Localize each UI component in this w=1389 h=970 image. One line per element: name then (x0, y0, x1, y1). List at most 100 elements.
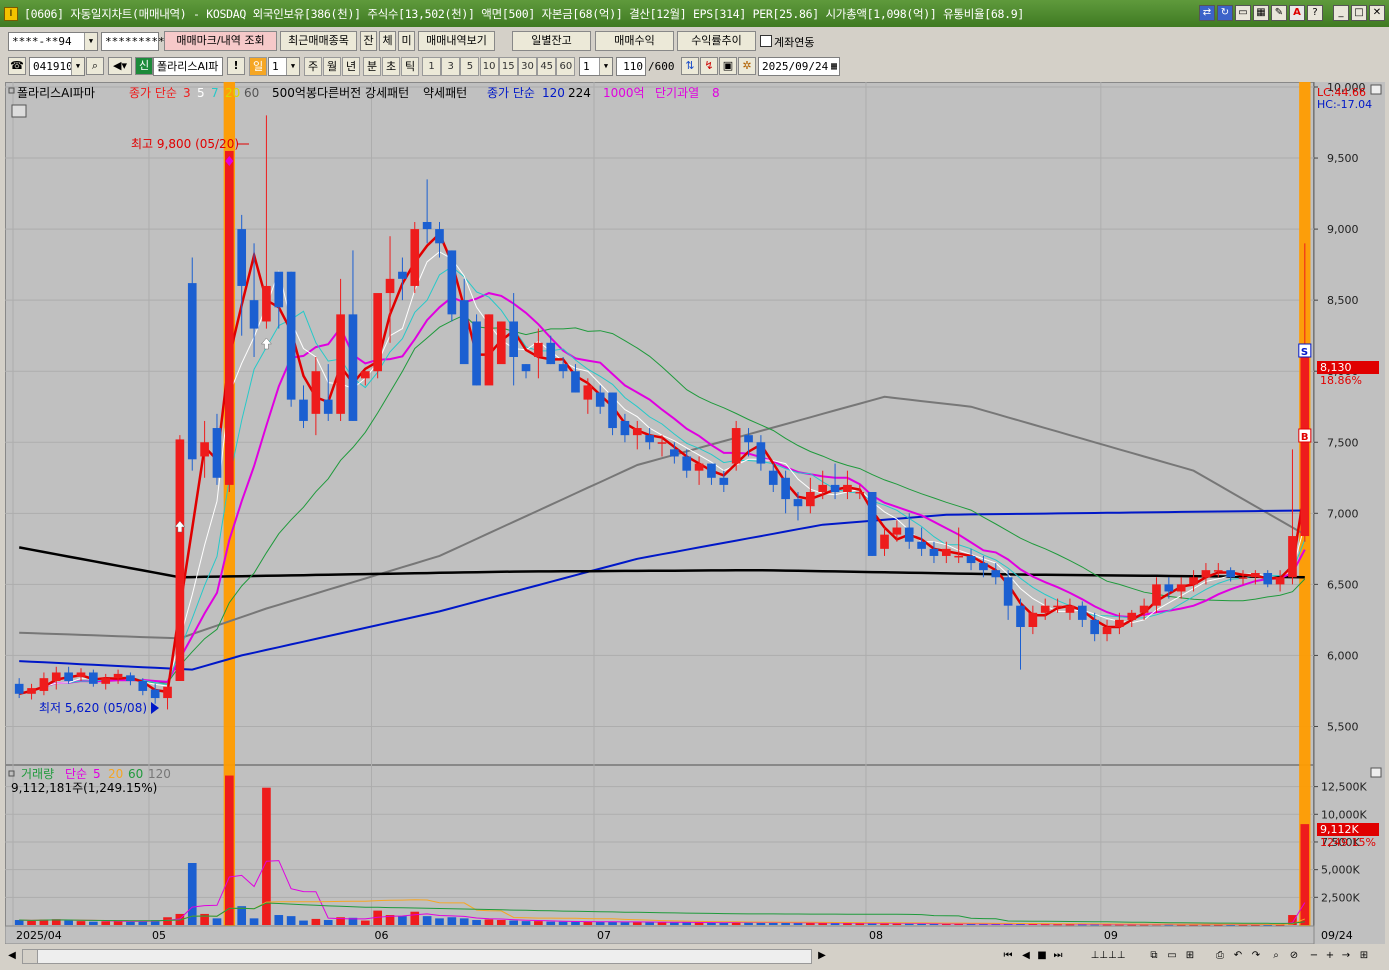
recent-trades-button[interactable]: 최근매매종목 (280, 31, 357, 51)
calendar-icon[interactable]: ▦ (831, 58, 837, 75)
maximize-icon[interactable]: □ (1351, 5, 1367, 21)
price-tick-label: 9,000 (1327, 223, 1359, 236)
period-tick[interactable]: 틱 (401, 57, 419, 76)
alert-icon[interactable]: ! (227, 57, 245, 75)
period-second[interactable]: 초 (382, 57, 400, 76)
tab-unfilled[interactable]: 미 (398, 31, 415, 51)
view-history-button[interactable]: 매매내역보기 (418, 31, 495, 51)
table-icon (11, 104, 27, 118)
daily-balance-button[interactable]: 일별잔고 (512, 31, 591, 51)
date-input[interactable]: 2025/09/24 ▦ (758, 57, 840, 76)
chevron-down-icon[interactable]: ▼ (599, 58, 612, 75)
unlink-icon[interactable]: ⊘ (1286, 948, 1302, 964)
prev-icon[interactable]: ◀ (1018, 948, 1034, 964)
account-link-checkbox[interactable] (760, 35, 772, 47)
legend-weak_pattern: 약세패턴 (423, 85, 467, 100)
candle-body (422, 222, 432, 230)
interval-45[interactable]: 45 (537, 57, 557, 76)
edit-icon[interactable]: ✎ (1271, 5, 1287, 21)
phone-icon[interactable]: ☎ (8, 57, 26, 75)
chevron-down-icon[interactable]: ▼ (84, 33, 97, 50)
chevron-down-icon[interactable]: ▼ (286, 58, 299, 75)
layers-icon[interactable]: ⊞ (1356, 948, 1372, 964)
interval-15[interactable]: 15 (498, 57, 518, 76)
tab-filled[interactable]: 체 (379, 31, 396, 51)
account-select[interactable]: ****-**94 ▼ (8, 32, 98, 51)
print-icon[interactable]: ⎙ (1212, 948, 1228, 964)
date-tick-label: 09/24 (1321, 929, 1353, 942)
interval-10[interactable]: 10 (479, 57, 499, 76)
speaker-icon[interactable]: ◀▾ (108, 57, 132, 75)
price-volume-chart[interactable]: 5,5006,0006,5007,0007,5008,0008,5009,000… (4, 81, 1385, 945)
tile-icon[interactable]: ⧉ (1146, 948, 1162, 964)
candle-body (1263, 573, 1273, 585)
period-monthly[interactable]: 월 (323, 57, 341, 76)
scroll-thumb[interactable] (23, 950, 38, 963)
help-icon[interactable]: ? (1307, 5, 1323, 21)
price-tick-label: 7,000 (1327, 507, 1359, 520)
candle-body (941, 548, 951, 556)
zoom-icon[interactable]: ⌕ (1268, 948, 1284, 964)
candle-body (14, 683, 24, 694)
volume-ma60: 60 (128, 767, 143, 781)
chart-area[interactable]: 5,5006,0006,5007,0007,5008,0008,5009,000… (4, 81, 1385, 945)
candle-body (756, 442, 766, 464)
next-icon[interactable]: ⏭ (1050, 948, 1066, 964)
credit-badge: 신 (135, 57, 153, 75)
close-icon[interactable]: ✕ (1369, 5, 1385, 21)
period-daily[interactable]: 일 (249, 57, 267, 76)
tab-balance[interactable]: 잔 (360, 31, 377, 51)
interval-3[interactable]: 3 (441, 57, 461, 76)
bar-count-input[interactable]: 110 (616, 57, 646, 76)
arrows-icon[interactable]: ⇅ (681, 57, 699, 75)
candle-body (904, 527, 914, 542)
period-multiplier[interactable]: 1 ▼ (268, 57, 300, 76)
refresh-icon[interactable]: ↻ (1217, 5, 1233, 21)
gear-icon[interactable]: ✲ (738, 57, 756, 75)
arrow-right-icon[interactable]: → (1338, 948, 1354, 964)
chart-scrollbar[interactable] (22, 949, 812, 964)
chart-tool-icon[interactable]: ↯ (700, 57, 718, 75)
font-icon[interactable]: A (1289, 5, 1305, 21)
window-icon[interactable]: ▭ (1164, 948, 1180, 964)
chevron-down-icon[interactable]: ▼ (71, 58, 84, 75)
save-icon[interactable]: ▣ (719, 57, 737, 75)
return-trend-button[interactable]: 수익률추이 (677, 31, 756, 51)
first-icon[interactable]: ⏮ (1000, 948, 1016, 964)
search-icon[interactable]: ⌕ (86, 57, 104, 75)
scroll-left-icon[interactable]: ◀ (4, 948, 20, 964)
password-field[interactable]: ********* (101, 32, 165, 51)
plus-icon[interactable]: + (1322, 948, 1338, 964)
undo-icon[interactable]: ↶ (1230, 948, 1246, 964)
candle-body (1201, 570, 1211, 578)
period-minute[interactable]: 분 (363, 57, 381, 76)
redo-icon[interactable]: ↷ (1248, 948, 1264, 964)
ruler-icon[interactable]: ⊥⊥⊥⊥ (1078, 948, 1138, 964)
trade-profit-button[interactable]: 매매수익 (595, 31, 674, 51)
layout-icon[interactable]: ⊞ (1182, 948, 1198, 964)
interval-5[interactable]: 5 (460, 57, 480, 76)
scroll-right-icon[interactable]: ▶ (814, 948, 830, 964)
volume-bar (274, 915, 284, 925)
interval-30[interactable]: 30 (518, 57, 537, 76)
link-icon[interactable]: ⇄ (1199, 5, 1215, 21)
legend-bil1000: 1000억 (603, 86, 645, 100)
candle-body (163, 686, 172, 699)
minimize-icon[interactable]: _ (1333, 5, 1349, 21)
period-weekly[interactable]: 주 (304, 57, 322, 76)
grid-icon[interactable]: ▦ (1253, 5, 1269, 21)
period-yearly[interactable]: 년 (342, 57, 360, 76)
mark-history-button[interactable]: 매매마크/내역 조회 (164, 31, 277, 51)
volume-bar (76, 921, 86, 925)
candle-body (311, 371, 321, 414)
volume-info: 9,112,181주(1,249.15%) (11, 781, 157, 795)
interval-select[interactable]: 1 ▼ (579, 57, 613, 76)
monitor-icon[interactable]: ▭ (1235, 5, 1251, 21)
stop-icon[interactable]: ■ (1034, 948, 1050, 964)
candle-body (521, 364, 531, 372)
interval-1[interactable]: 1 (422, 57, 441, 76)
interval-60[interactable]: 60 (556, 57, 576, 76)
stock-code-input[interactable]: 041910 ▼ (29, 57, 85, 76)
volume-bar (534, 921, 543, 925)
zoom-out-icon[interactable]: − (1306, 948, 1322, 964)
